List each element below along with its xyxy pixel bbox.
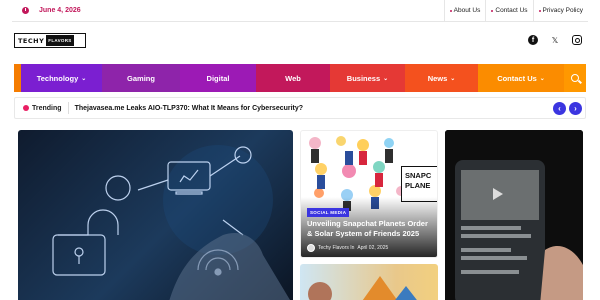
logo-word-flavors: FLAVORS [46,35,74,46]
contact-us-link[interactable]: Contact Us [485,0,532,22]
secondary-post-image [308,276,417,300]
chevron-down-icon: ⌄ [450,75,456,82]
logo-word-techy: TECHY [18,36,45,45]
avatar [307,244,315,252]
nav-item-digital[interactable]: Digital [180,64,256,92]
trending-next-button[interactable]: › [569,101,582,115]
nav-label-web: Web [285,73,301,83]
trending-controls: ‹ › [553,101,585,115]
image-text-line-1: SNAPC [405,171,432,180]
nav-item-gaming[interactable]: Gaming [102,64,180,92]
nav-left-accent [14,64,21,92]
trending-label-text: Trending [32,104,62,112]
top-bar: June 4, 2026 About Us Contact Us Privacy… [12,0,588,22]
nav-item-technology[interactable]: Technology ⌄ [21,64,102,92]
trending-icon [23,105,29,111]
snapchat-post-card[interactable]: SNAPC PLANE SOCIAL MEDIA Unveiling Snapc… [300,130,438,258]
nav-label-contact-us: Contact Us [497,73,537,83]
trending-bar: Trending Thejavasea.me Leaks AIO-TLP370:… [14,97,586,119]
category-badge[interactable]: SOCIAL MEDIA [307,208,350,217]
image-text-line-2: PLANE [405,181,431,190]
phone-screen-image [445,130,583,300]
post-title[interactable]: Unveiling Snapchat Planets Order & Solar… [307,219,435,239]
privacy-policy-link[interactable]: Privacy Policy [532,0,588,22]
nav-label-gaming: Gaming [127,73,155,83]
instagram-icon[interactable] [572,35,582,45]
top-links: About Us Contact Us Privacy Policy [443,0,588,22]
trending-headline-link[interactable]: Thejavasea.me Leaks AIO-TLP370: What It … [75,105,303,112]
trending-label: Trending [15,105,62,112]
nav-label-digital: Digital [206,73,230,83]
social-links: f 𝕏 [528,35,582,45]
nav-label-news: News [427,73,448,83]
chevron-down-icon: ⌄ [81,75,87,82]
site-logo[interactable]: TECHY FLAVORS [14,33,86,48]
about-us-link[interactable]: About Us [443,0,486,22]
post-date: April 02, 2025 [357,245,389,251]
post-meta: Techy Flavors In April 02, 2025 [307,244,388,252]
cybersecurity-illustration [52,145,290,300]
chevron-down-icon: ⌄ [383,75,389,82]
trending-prev-button[interactable]: ‹ [553,101,566,115]
clock-icon [22,7,29,14]
nav-label-business: Business [346,73,381,83]
nav-item-contact-us[interactable]: Contact Us ⌄ [478,64,564,92]
facebook-icon[interactable]: f [528,35,538,45]
nav-item-web[interactable]: Web [256,64,330,92]
featured-post-hero[interactable] [18,130,293,300]
nav-label-technology: Technology [36,73,79,83]
nav-item-business[interactable]: Business ⌄ [330,64,405,92]
chevron-down-icon: ⌄ [539,75,545,82]
current-date: June 4, 2026 [39,7,81,14]
date-display: June 4, 2026 [12,7,81,14]
search-button[interactable] [564,64,586,92]
video-post-card[interactable] [445,130,583,300]
nav-item-news[interactable]: News ⌄ [405,64,478,92]
post-author[interactable]: Techy Flavors In [318,245,354,251]
divider [67,102,69,114]
secondary-post-card[interactable] [300,264,438,300]
main-navigation: Technology ⌄ Gaming Digital Web Business ⌄… [14,64,586,92]
twitter-x-icon[interactable]: 𝕏 [550,35,560,45]
search-icon [571,74,579,82]
